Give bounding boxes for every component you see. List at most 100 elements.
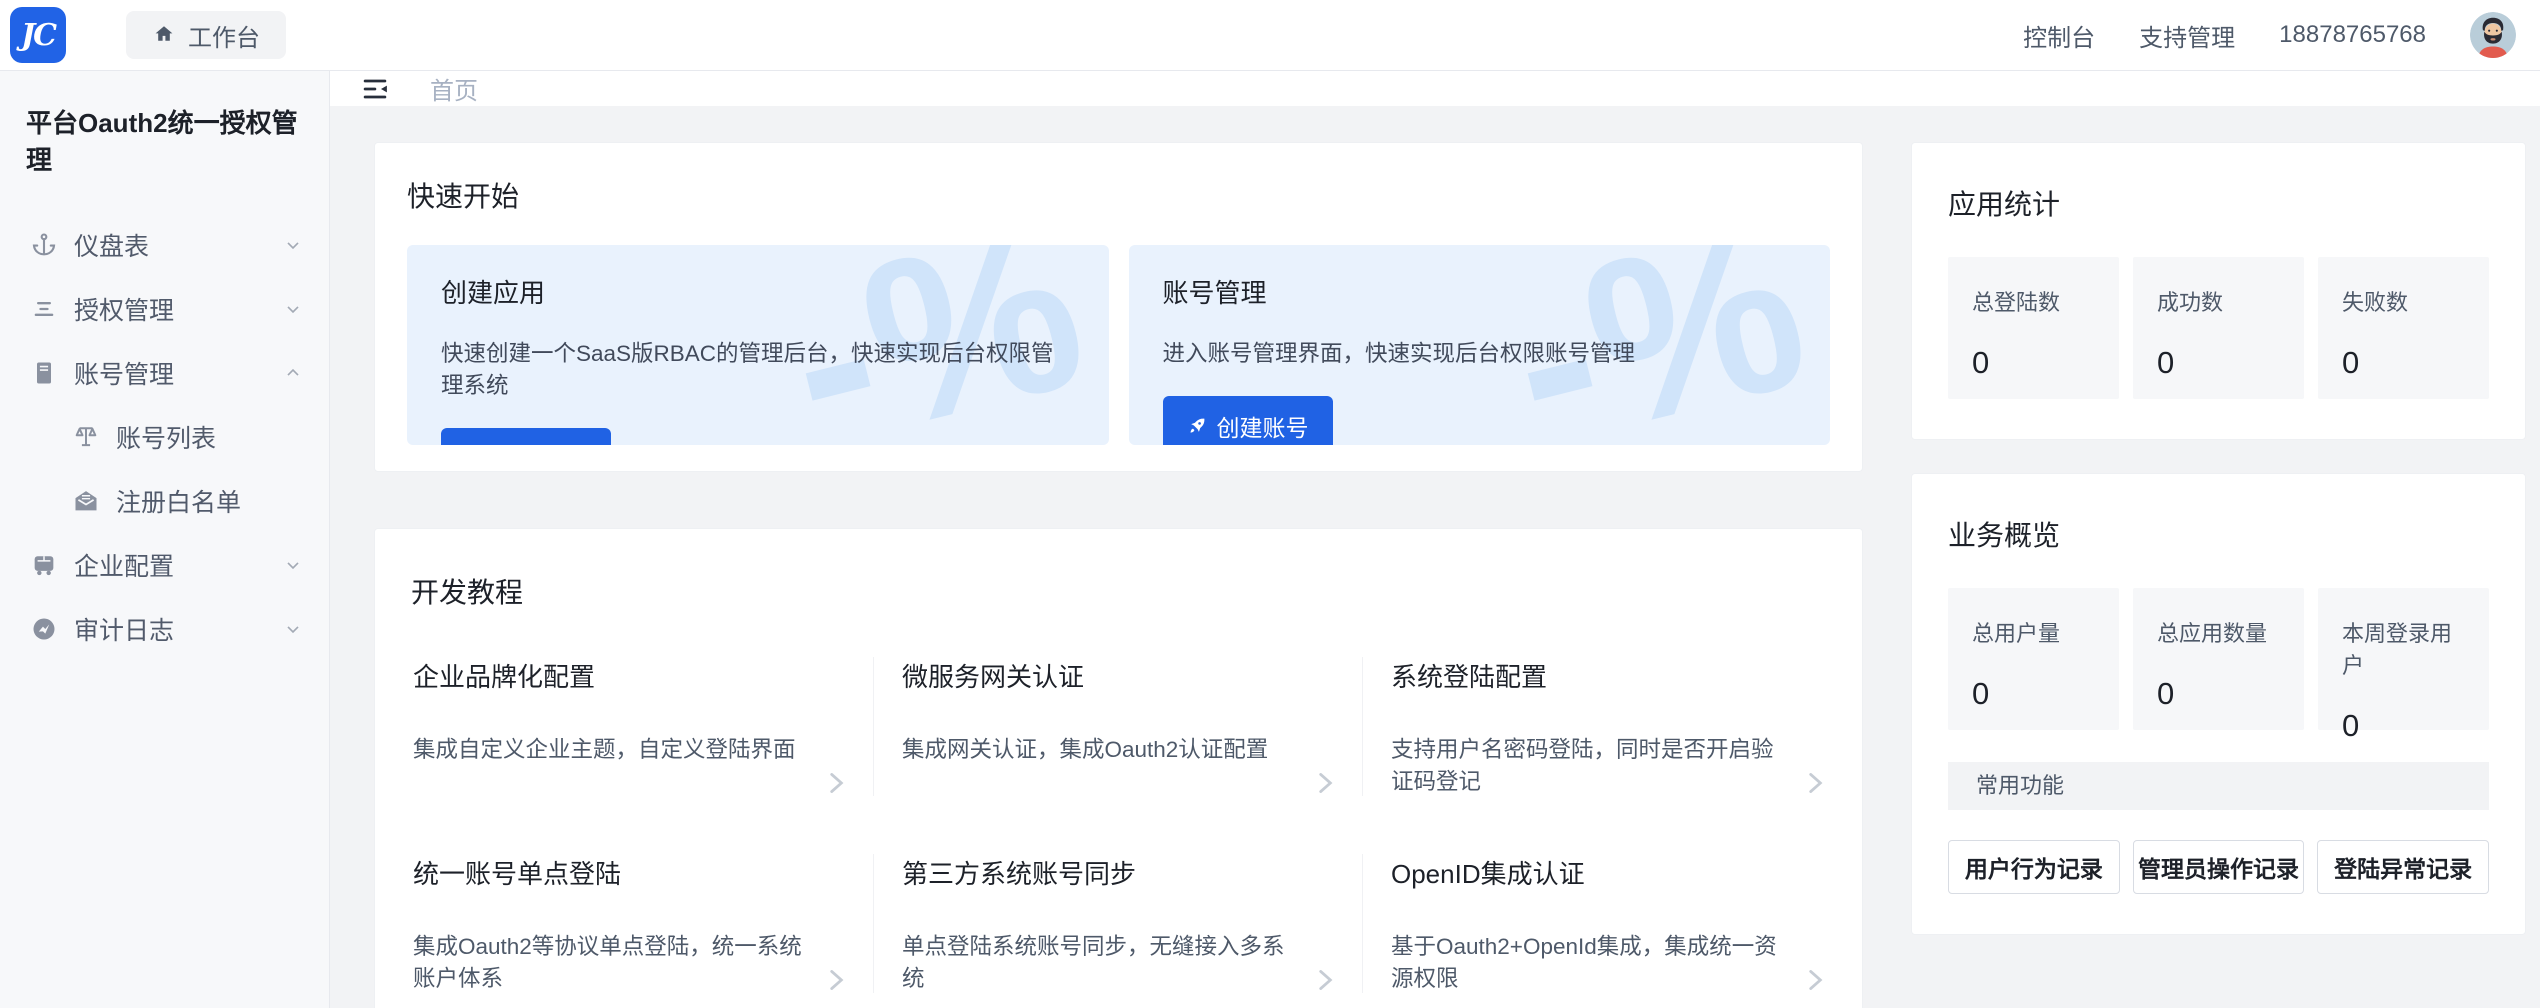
stat-value: 0 [2342, 708, 2465, 744]
app-logo[interactable]: JC [10, 7, 66, 63]
stat-total-users: 总用户量 0 [1948, 588, 2119, 730]
sidebar-item-account[interactable]: 账号管理 [0, 341, 329, 405]
chevron-right-icon [821, 768, 851, 798]
tutorial-item-gateway[interactable]: 微服务网关认证 集成网关认证，集成Oauth2认证配置 [874, 657, 1363, 796]
chevron-right-icon [1800, 965, 1830, 995]
chevron-right-icon [1800, 768, 1830, 798]
breadcrumb: 首页 [330, 71, 2540, 106]
stat-value: 0 [2157, 345, 2280, 381]
stat-label: 总应用数量 [2157, 616, 2280, 648]
stat-label: 总用户量 [1972, 616, 2095, 648]
app-stats-card: 应用统计 总登陆数 0 成功数 0 失败数 0 [1911, 142, 2526, 440]
avatar-image [2470, 12, 2516, 58]
topbar: JC 工作台 控制台 支持管理 18878765768 [0, 0, 2540, 71]
topbar-phone[interactable]: 18878765768 [2279, 21, 2426, 49]
stat-label: 总登陆数 [1972, 285, 2095, 317]
stat-week-login-users: 本周登录用户 0 [2318, 588, 2489, 730]
tutorial-desc: 基于Oauth2+OpenId集成，集成统一资源权限 [1391, 929, 1790, 993]
logo-text: JC [21, 18, 55, 53]
business-overview-card: 业务概览 总用户量 0 总应用数量 0 本周登录用户 0 [1911, 473, 2526, 935]
lines-icon [30, 295, 58, 323]
sidebar-item-label: 授权管理 [74, 291, 174, 327]
chevron-right-icon [821, 965, 851, 995]
tutorial-item-login-config[interactable]: 系统登陆配置 支持用户名密码登陆，同时是否开启验证码登记 [1363, 657, 1852, 796]
chevron-right-icon [1310, 965, 1340, 995]
admin-operation-log-button[interactable]: 管理员操作记录 [2133, 840, 2305, 894]
stat-value: 0 [2157, 676, 2280, 712]
menu-fold-icon[interactable] [360, 74, 390, 104]
sidebar-item-dashboard[interactable]: 仪盘表 [0, 213, 329, 277]
home-icon [152, 23, 176, 47]
bus-icon [30, 551, 58, 579]
sidebar-item-auth[interactable]: 授权管理 [0, 277, 329, 341]
tutorial-desc: 支持用户名密码登陆，同时是否开启验证码登记 [1391, 732, 1790, 796]
tutorial-desc: 集成自定义企业主题，自定义登陆界面 [413, 732, 811, 764]
panel-title: 创建应用 [441, 273, 1075, 310]
stat-label: 本周登录用户 [2342, 616, 2465, 680]
tutorial-item-sso[interactable]: 统一账号单点登陆 集成Oauth2等协议单点登陆，统一系统账户体系 [385, 854, 874, 993]
sidebar-item-label: 仪盘表 [74, 227, 149, 263]
sidebar-item-label: 审计日志 [74, 611, 174, 647]
tutorials-title: 开发教程 [385, 571, 1852, 611]
tutorial-desc: 集成网关认证，集成Oauth2认证配置 [902, 732, 1300, 764]
tutorial-title: OpenID集成认证 [1391, 854, 1790, 891]
stat-fail-count: 失败数 0 [2318, 257, 2489, 399]
sidebar-item-label: 账号列表 [116, 419, 216, 455]
stat-value: 0 [1972, 345, 2095, 381]
stat-value: 0 [2342, 345, 2465, 381]
mail-icon [72, 487, 100, 515]
tutorial-title: 第三方系统账号同步 [902, 854, 1300, 891]
tutorial-item-sync[interactable]: 第三方系统账号同步 单点登陆系统账号同步，无缝接入多系统 [874, 854, 1363, 993]
app-stats-title: 应用统计 [1948, 183, 2489, 223]
stat-label: 成功数 [2157, 285, 2280, 317]
sidebar-item-label: 企业配置 [74, 547, 174, 583]
stat-value: 0 [1972, 676, 2095, 712]
workbench-label: 工作台 [188, 18, 260, 53]
topbar-link-console[interactable]: 控制台 [2023, 18, 2095, 53]
chevron-down-icon [283, 299, 303, 319]
create-app-panel: -% 创建应用 快速创建一个SaaS版RBAC的管理后台，快速实现后台权限管理系… [407, 245, 1109, 445]
tutorial-title: 统一账号单点登陆 [413, 854, 811, 891]
panel-title: 账号管理 [1163, 273, 1797, 310]
tutorial-title: 系统登陆配置 [1391, 657, 1790, 694]
book-icon [30, 359, 58, 387]
sidebar: 平台Oauth2统一授权管理 仪盘表 授权管理 账号管理 账号列表 注册白名单 [0, 71, 330, 1008]
tutorial-title: 企业品牌化配置 [413, 657, 811, 694]
sidebar-item-whitelist[interactable]: 注册白名单 [0, 469, 329, 533]
chevron-down-icon [283, 235, 303, 255]
business-title: 业务概览 [1948, 514, 2489, 554]
workbench-button[interactable]: 工作台 [126, 11, 286, 59]
common-functions-label: 常用功能 [1948, 762, 2489, 810]
panel-desc: 进入账号管理界面，快速实现后台权限账号管理 [1163, 336, 1797, 368]
user-behavior-log-button[interactable]: 用户行为记录 [1948, 840, 2120, 894]
login-exception-log-button[interactable]: 登陆异常记录 [2317, 840, 2489, 894]
panel-desc: 快速创建一个SaaS版RBAC的管理后台，快速实现后台权限管理系统 [441, 336, 1075, 400]
tutorial-desc: 集成Oauth2等协议单点登陆，统一系统账户体系 [413, 929, 811, 993]
chevron-right-icon [1310, 768, 1340, 798]
sidebar-item-enterprise[interactable]: 企业配置 [0, 533, 329, 597]
bolt-circle-icon [30, 615, 58, 643]
sidebar-item-account-list[interactable]: 账号列表 [0, 405, 329, 469]
stat-success-count: 成功数 0 [2133, 257, 2304, 399]
chevron-down-icon [283, 555, 303, 575]
sidebar-item-label: 注册白名单 [116, 483, 241, 519]
chevron-down-icon [283, 619, 303, 639]
sidebar-item-label: 账号管理 [74, 355, 174, 391]
button-label: 快速创建 [495, 441, 587, 445]
tutorial-title: 微服务网关认证 [902, 657, 1300, 694]
tutorial-item-openid[interactable]: OpenID集成认证 基于Oauth2+OpenId集成，集成统一资源权限 [1363, 854, 1852, 993]
topbar-link-support[interactable]: 支持管理 [2139, 18, 2235, 53]
create-account-button[interactable]: 创建账号 [1163, 396, 1333, 445]
sidebar-title: 平台Oauth2统一授权管理 [0, 103, 329, 177]
quick-start-card: 快速开始 -% 创建应用 快速创建一个SaaS版RBAC的管理后台，快速实现后台… [374, 142, 1863, 472]
account-manage-panel: -% 账号管理 进入账号管理界面，快速实现后台权限账号管理 创建账号 [1129, 245, 1831, 445]
topbar-right: 控制台 支持管理 18878765768 [2023, 12, 2516, 58]
tutorials-card: 开发教程 企业品牌化配置 集成自定义企业主题，自定义登陆界面 微服务网关认证 集… [374, 528, 1863, 1008]
breadcrumb-home[interactable]: 首页 [430, 71, 478, 106]
rocket-icon [1187, 416, 1207, 436]
quick-create-button[interactable]: 快速创建 [441, 428, 611, 445]
sidebar-item-audit[interactable]: 审计日志 [0, 597, 329, 661]
stat-total-apps: 总应用数量 0 [2133, 588, 2304, 730]
tutorial-item-branding[interactable]: 企业品牌化配置 集成自定义企业主题，自定义登陆界面 [385, 657, 874, 796]
avatar[interactable] [2470, 12, 2516, 58]
